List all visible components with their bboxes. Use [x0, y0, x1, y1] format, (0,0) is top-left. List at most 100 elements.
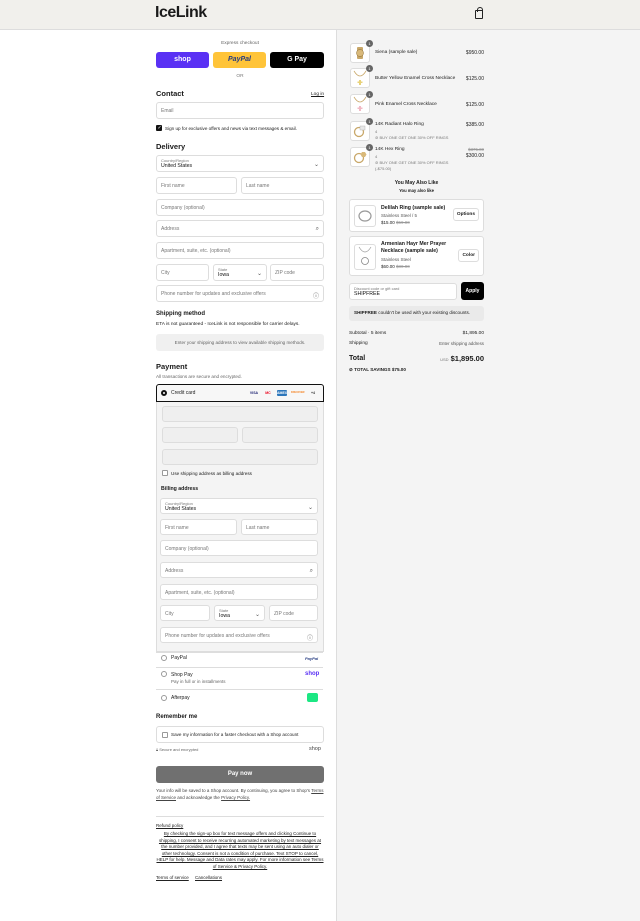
ring-icon: [358, 210, 372, 222]
product-price: $125.00: [465, 76, 484, 82]
same-billing-checkbox[interactable]: [162, 470, 168, 476]
recommendation-card[interactable]: Armenian Hayr Mer Prayer Necklace (sampl…: [349, 236, 484, 276]
state-select[interactable]: State Iowa ⌄: [213, 264, 267, 281]
last-name-field[interactable]: Last name: [241, 177, 324, 194]
phone-placeholder: Phone number for updates and exclusive o…: [161, 291, 266, 297]
chevron-down-icon: ⌄: [307, 505, 313, 511]
amex-icon: AMEX: [277, 390, 288, 396]
rec-original-price: $80.00: [396, 264, 410, 269]
product-name: Siena (sample sale): [375, 50, 418, 55]
cancellations-link[interactable]: Cancellations: [195, 875, 222, 880]
ring-icon: [353, 125, 366, 138]
billing-heading: Billing address: [161, 486, 199, 492]
name-on-card-field[interactable]: [162, 449, 318, 465]
product-name: Butter Yellow Enamel Cross Necklace: [375, 76, 456, 81]
shop-pay-option[interactable]: [156, 667, 323, 689]
city-field[interactable]: City: [156, 264, 209, 281]
help-circle-icon[interactable]: ⓘ: [307, 633, 313, 642]
paypal-button[interactable]: PayPal: [213, 52, 266, 68]
company-field[interactable]: Company (optional): [156, 199, 324, 216]
phone-field[interactable]: Phone number for updates and exclusive o…: [156, 285, 324, 302]
billing-last-name-field[interactable]: Last name: [241, 519, 318, 535]
security-code-field[interactable]: [242, 427, 318, 443]
discount-error: SHIPFREE couldn't be used with your exis…: [349, 306, 484, 321]
login-link[interactable]: Log in: [311, 92, 324, 97]
first-name-field[interactable]: First name: [156, 177, 237, 194]
signup-label: Sign up for exclusive offers and news vi…: [165, 126, 297, 131]
email-field[interactable]: Email: [156, 102, 324, 119]
shop-pay-radio[interactable]: [161, 671, 167, 677]
billing-apartment-field[interactable]: Apartment, suite, etc. (optional): [160, 584, 318, 600]
brand-logo[interactable]: IceLink: [155, 4, 207, 22]
credit-card-label: Credit card: [171, 390, 196, 396]
product-original-price: $375.00: [468, 147, 484, 152]
paypal-radio[interactable]: [161, 655, 167, 661]
billing-city-field[interactable]: City: [160, 605, 210, 621]
discount-value: SHIPFREE: [354, 290, 380, 297]
product-price: $125.00: [465, 102, 484, 108]
country-select[interactable]: Country/Region United States ⌄: [156, 155, 324, 172]
recommendation-card[interactable]: Delilah Ring (sample sale) Stainless Ste…: [349, 199, 484, 232]
sms-legal-text[interactable]: By checking the sign-up box for text mes…: [156, 831, 324, 870]
billing-state-value: Iowa: [219, 612, 230, 619]
product-name: Pink Enamel Cross Necklace: [375, 102, 437, 107]
visa-icon: VISA: [249, 391, 259, 395]
options-button[interactable]: Options: [452, 208, 479, 221]
billing-address-field[interactable]: Address ⌕: [160, 562, 318, 578]
billing-phone-field[interactable]: Phone number for updates and exclusive o…: [160, 627, 318, 643]
search-icon: ⌕: [309, 568, 313, 574]
contact-heading: Contact: [156, 89, 184, 98]
product-name: 14K Radiant Halo Ring: [375, 122, 424, 127]
site-header: IceLink: [0, 0, 640, 30]
zip-field[interactable]: ZIP code: [270, 264, 324, 281]
shop-pay-logo: shop: [305, 671, 320, 677]
currency-code: USD: [440, 357, 449, 362]
payment-heading: Payment: [156, 362, 188, 371]
delivery-heading: Delivery: [156, 142, 186, 151]
billing-country-value: United States: [165, 505, 197, 512]
terms-of-service-link[interactable]: Terms of service: [156, 875, 189, 880]
google-pay-button[interactable]: G Pay: [270, 52, 324, 68]
card-number-field[interactable]: [162, 406, 318, 422]
help-circle-icon[interactable]: ⓘ: [313, 291, 319, 300]
shop-consent-text: Your info will be saved to a Shop accoun…: [156, 788, 324, 801]
apply-button[interactable]: Apply: [461, 282, 484, 300]
credit-card-radio[interactable]: [161, 390, 167, 396]
afterpay-radio[interactable]: [161, 695, 167, 701]
shop-pay-button[interactable]: shop: [156, 52, 209, 68]
pay-now-button[interactable]: Pay now: [156, 766, 324, 783]
save-info-checkbox[interactable]: [162, 732, 168, 738]
state-value: Iowa: [218, 271, 229, 278]
secure-text: Secure and encrypted: [159, 747, 199, 752]
color-button[interactable]: Color: [458, 249, 479, 262]
rec-image: [354, 205, 376, 227]
chevron-down-icon: ⌄: [254, 612, 260, 618]
country-value: United States: [161, 162, 193, 169]
shop-privacy-link[interactable]: Privacy Policy.: [221, 795, 250, 800]
expiration-field[interactable]: [162, 427, 238, 443]
billing-country-select[interactable]: Country/Region United States ⌄: [160, 498, 318, 514]
express-checkout-title: Express checkout: [221, 41, 259, 46]
rec-price: $60.00: [381, 264, 395, 269]
more-cards-icon: +4: [311, 391, 315, 395]
apartment-field[interactable]: Apartment, suite, etc. (optional): [156, 242, 324, 259]
billing-state-select[interactable]: State Iowa ⌄: [214, 605, 265, 621]
refund-policy-link[interactable]: Refund policy: [156, 823, 183, 828]
paypal-label: PayPal: [171, 655, 187, 661]
discount-code-field[interactable]: Discount code or gift card SHIPFREE: [349, 283, 457, 300]
billing-address-placeholder: Address: [165, 568, 184, 574]
product-promo: ⊘ BUY ONE GET ONE 30% OFF RINGS: [375, 160, 448, 165]
product-promo-text: BUY ONE GET ONE 30% OFF RINGS: [379, 160, 449, 165]
shopping-bag-icon[interactable]: [475, 7, 483, 19]
quantity-badge: 1: [366, 40, 373, 47]
billing-first-name-field[interactable]: First name: [160, 519, 237, 535]
quantity-badge: 1: [366, 144, 373, 151]
necklace-icon: [358, 246, 372, 265]
signup-checkbox[interactable]: [156, 125, 162, 131]
rec-price-row: $15.00 $59.00: [381, 220, 410, 225]
necklace-icon: [353, 70, 367, 85]
address-field[interactable]: Address ⌕: [156, 220, 324, 237]
billing-zip-field[interactable]: ZIP code: [269, 605, 318, 621]
billing-company-field[interactable]: Company (optional): [160, 540, 318, 556]
total-label: Total: [349, 355, 366, 362]
